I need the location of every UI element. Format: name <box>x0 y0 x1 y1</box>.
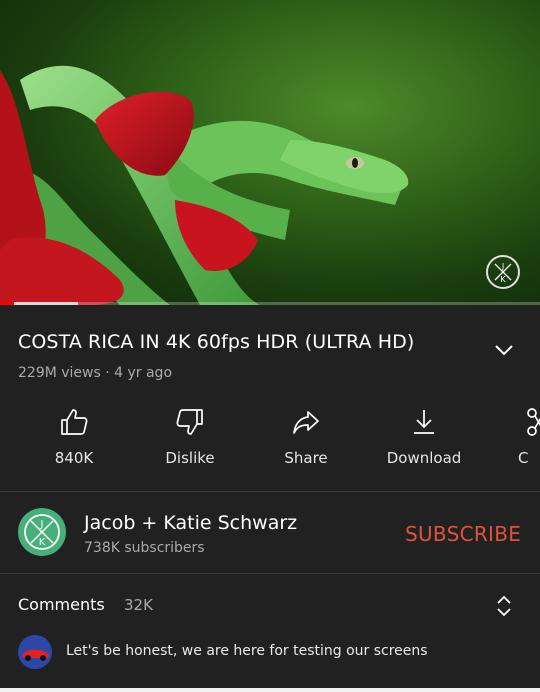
action-bar: 840K Dislike Share Download C <box>0 407 540 487</box>
video-details: COSTA RICA IN 4K 60fps HDR (ULTRA HD) 22… <box>0 305 540 381</box>
channel-avatar[interactable]: J K <box>18 508 66 556</box>
chevron-down-icon[interactable] <box>492 338 516 362</box>
watermark-letter-k: K <box>500 275 506 284</box>
video-player[interactable]: J K <box>0 0 540 305</box>
thumbs-up-icon <box>61 409 88 435</box>
share-label: Share <box>284 449 328 467</box>
bottom-edge <box>0 688 540 692</box>
video-title[interactable]: COSTA RICA IN 4K 60fps HDR (ULTRA HD) <box>18 331 414 353</box>
thumbs-down-icon <box>176 409 203 435</box>
video-frame-snake <box>0 65 409 305</box>
channel-name[interactable]: Jacob + Katie Schwarz <box>84 512 297 534</box>
top-comment-text: Let's be honest, we are here for testing… <box>66 643 428 659</box>
download-button[interactable]: Download <box>374 407 474 467</box>
clip-icon <box>527 408 540 436</box>
like-button[interactable]: 840K <box>24 407 124 467</box>
like-count: 840K <box>54 449 94 467</box>
clip-button[interactable]: C <box>518 407 540 467</box>
subscribe-button[interactable]: SUBSCRIBE <box>405 522 521 546</box>
channel-subscribers: 738K subscribers <box>84 540 205 556</box>
avatar-letter-j: J <box>40 519 44 530</box>
channel-row[interactable]: J K Jacob + Katie Schwarz 738K subscribe… <box>0 508 540 560</box>
comments-count: 32K <box>124 596 153 614</box>
watermark-letter-j: J <box>501 262 504 271</box>
divider <box>0 491 540 492</box>
expand-collapse-icon[interactable] <box>494 593 514 619</box>
video-meta: 229M views · 4 yr ago <box>18 365 173 381</box>
download-icon <box>414 410 434 434</box>
divider <box>0 573 540 574</box>
avatar-letter-k: K <box>39 537 46 548</box>
comments-section[interactable]: Comments 32K Let's be honest, we are her… <box>0 590 540 690</box>
clip-label: C <box>518 449 529 467</box>
dislike-button[interactable]: Dislike <box>140 407 240 467</box>
share-icon <box>293 411 319 434</box>
download-label: Download <box>386 449 462 467</box>
comments-title: Comments <box>18 595 105 614</box>
dislike-label: Dislike <box>165 449 215 467</box>
channel-watermark-icon[interactable]: J K <box>486 255 520 289</box>
commenter-avatar[interactable] <box>18 635 52 669</box>
share-button[interactable]: Share <box>256 407 356 467</box>
